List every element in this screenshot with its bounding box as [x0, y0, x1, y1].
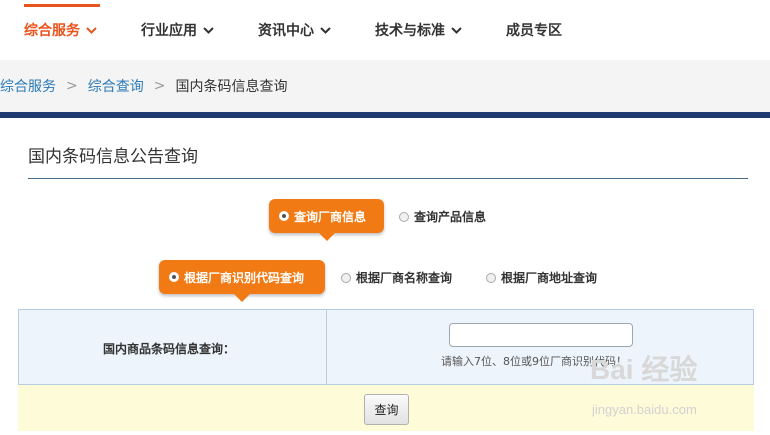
query-method-option-name[interactable]: 根据厂商名称查询 — [341, 269, 452, 286]
nav-item-comprehensive-services[interactable]: 综合服务 — [24, 20, 97, 40]
radio-selected-icon — [169, 272, 179, 282]
manufacturer-code-input[interactable] — [449, 323, 633, 347]
radio-unselected-icon — [341, 272, 351, 283]
breadcrumb-link-services[interactable]: 综合服务 — [0, 76, 56, 96]
radio-selected-icon — [279, 211, 289, 221]
radio-unselected-icon — [399, 211, 409, 222]
query-method-option-address[interactable]: 根据厂商地址查询 — [486, 269, 597, 286]
query-type-option-manufacturer[interactable]: 查询厂商信息 — [269, 199, 384, 241]
breadcrumb-separator: > — [153, 78, 166, 94]
title-divider — [28, 178, 748, 179]
chevron-down-icon — [203, 22, 214, 38]
pointer-triangle — [318, 233, 335, 241]
query-method-option-code[interactable]: 根据厂商识别代码查询 — [159, 260, 325, 302]
pointer-triangle — [234, 294, 250, 302]
breadcrumb-link-query[interactable]: 综合查询 — [88, 76, 144, 96]
chevron-down-icon — [451, 22, 462, 38]
nav-item-member-zone[interactable]: 成员专区 — [506, 20, 562, 40]
header-divider-bar — [0, 112, 770, 118]
breadcrumb-current: 国内条码信息查询 — [175, 79, 288, 95]
form-label: 国内商品条码信息查询： — [103, 342, 236, 356]
chevron-down-icon — [86, 22, 97, 38]
nav-item-tech-standards[interactable]: 技术与标准 — [375, 20, 462, 40]
page-title: 国内条码信息公告查询 — [28, 147, 198, 167]
radio-unselected-icon — [486, 272, 496, 283]
baidu-watermark-logo: Bai 经验 — [590, 354, 698, 385]
breadcrumb-separator: > — [66, 78, 78, 94]
active-nav-indicator — [24, 4, 100, 7]
query-type-option-product[interactable]: 查询产品信息 — [399, 208, 486, 225]
form-column-divider — [326, 310, 327, 384]
nav-item-industry-applications[interactable]: 行业应用 — [141, 20, 214, 40]
chevron-down-icon — [320, 22, 331, 38]
query-button[interactable]: 查询 — [364, 394, 409, 425]
top-navigation: 综合服务 行业应用 资讯中心 技术与标准 成员专区 — [0, 0, 770, 60]
nav-item-news-center[interactable]: 资讯中心 — [258, 20, 331, 40]
breadcrumb: 综合服务 > 综合查询 > 国内条码信息查询 — [0, 60, 770, 112]
baidu-watermark-url: jingyan.baidu.com — [592, 402, 697, 417]
